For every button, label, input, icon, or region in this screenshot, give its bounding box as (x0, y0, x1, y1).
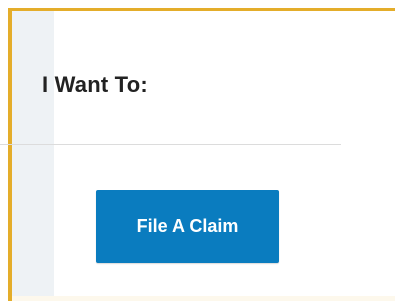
panel-divider (0, 144, 341, 145)
card-side-strip (12, 11, 54, 301)
panel-title: I Want To: (42, 72, 148, 97)
card-top-border (0, 0, 395, 13)
file-a-claim-button[interactable]: File A Claim (96, 190, 279, 263)
card-bottom-edge (12, 296, 395, 301)
